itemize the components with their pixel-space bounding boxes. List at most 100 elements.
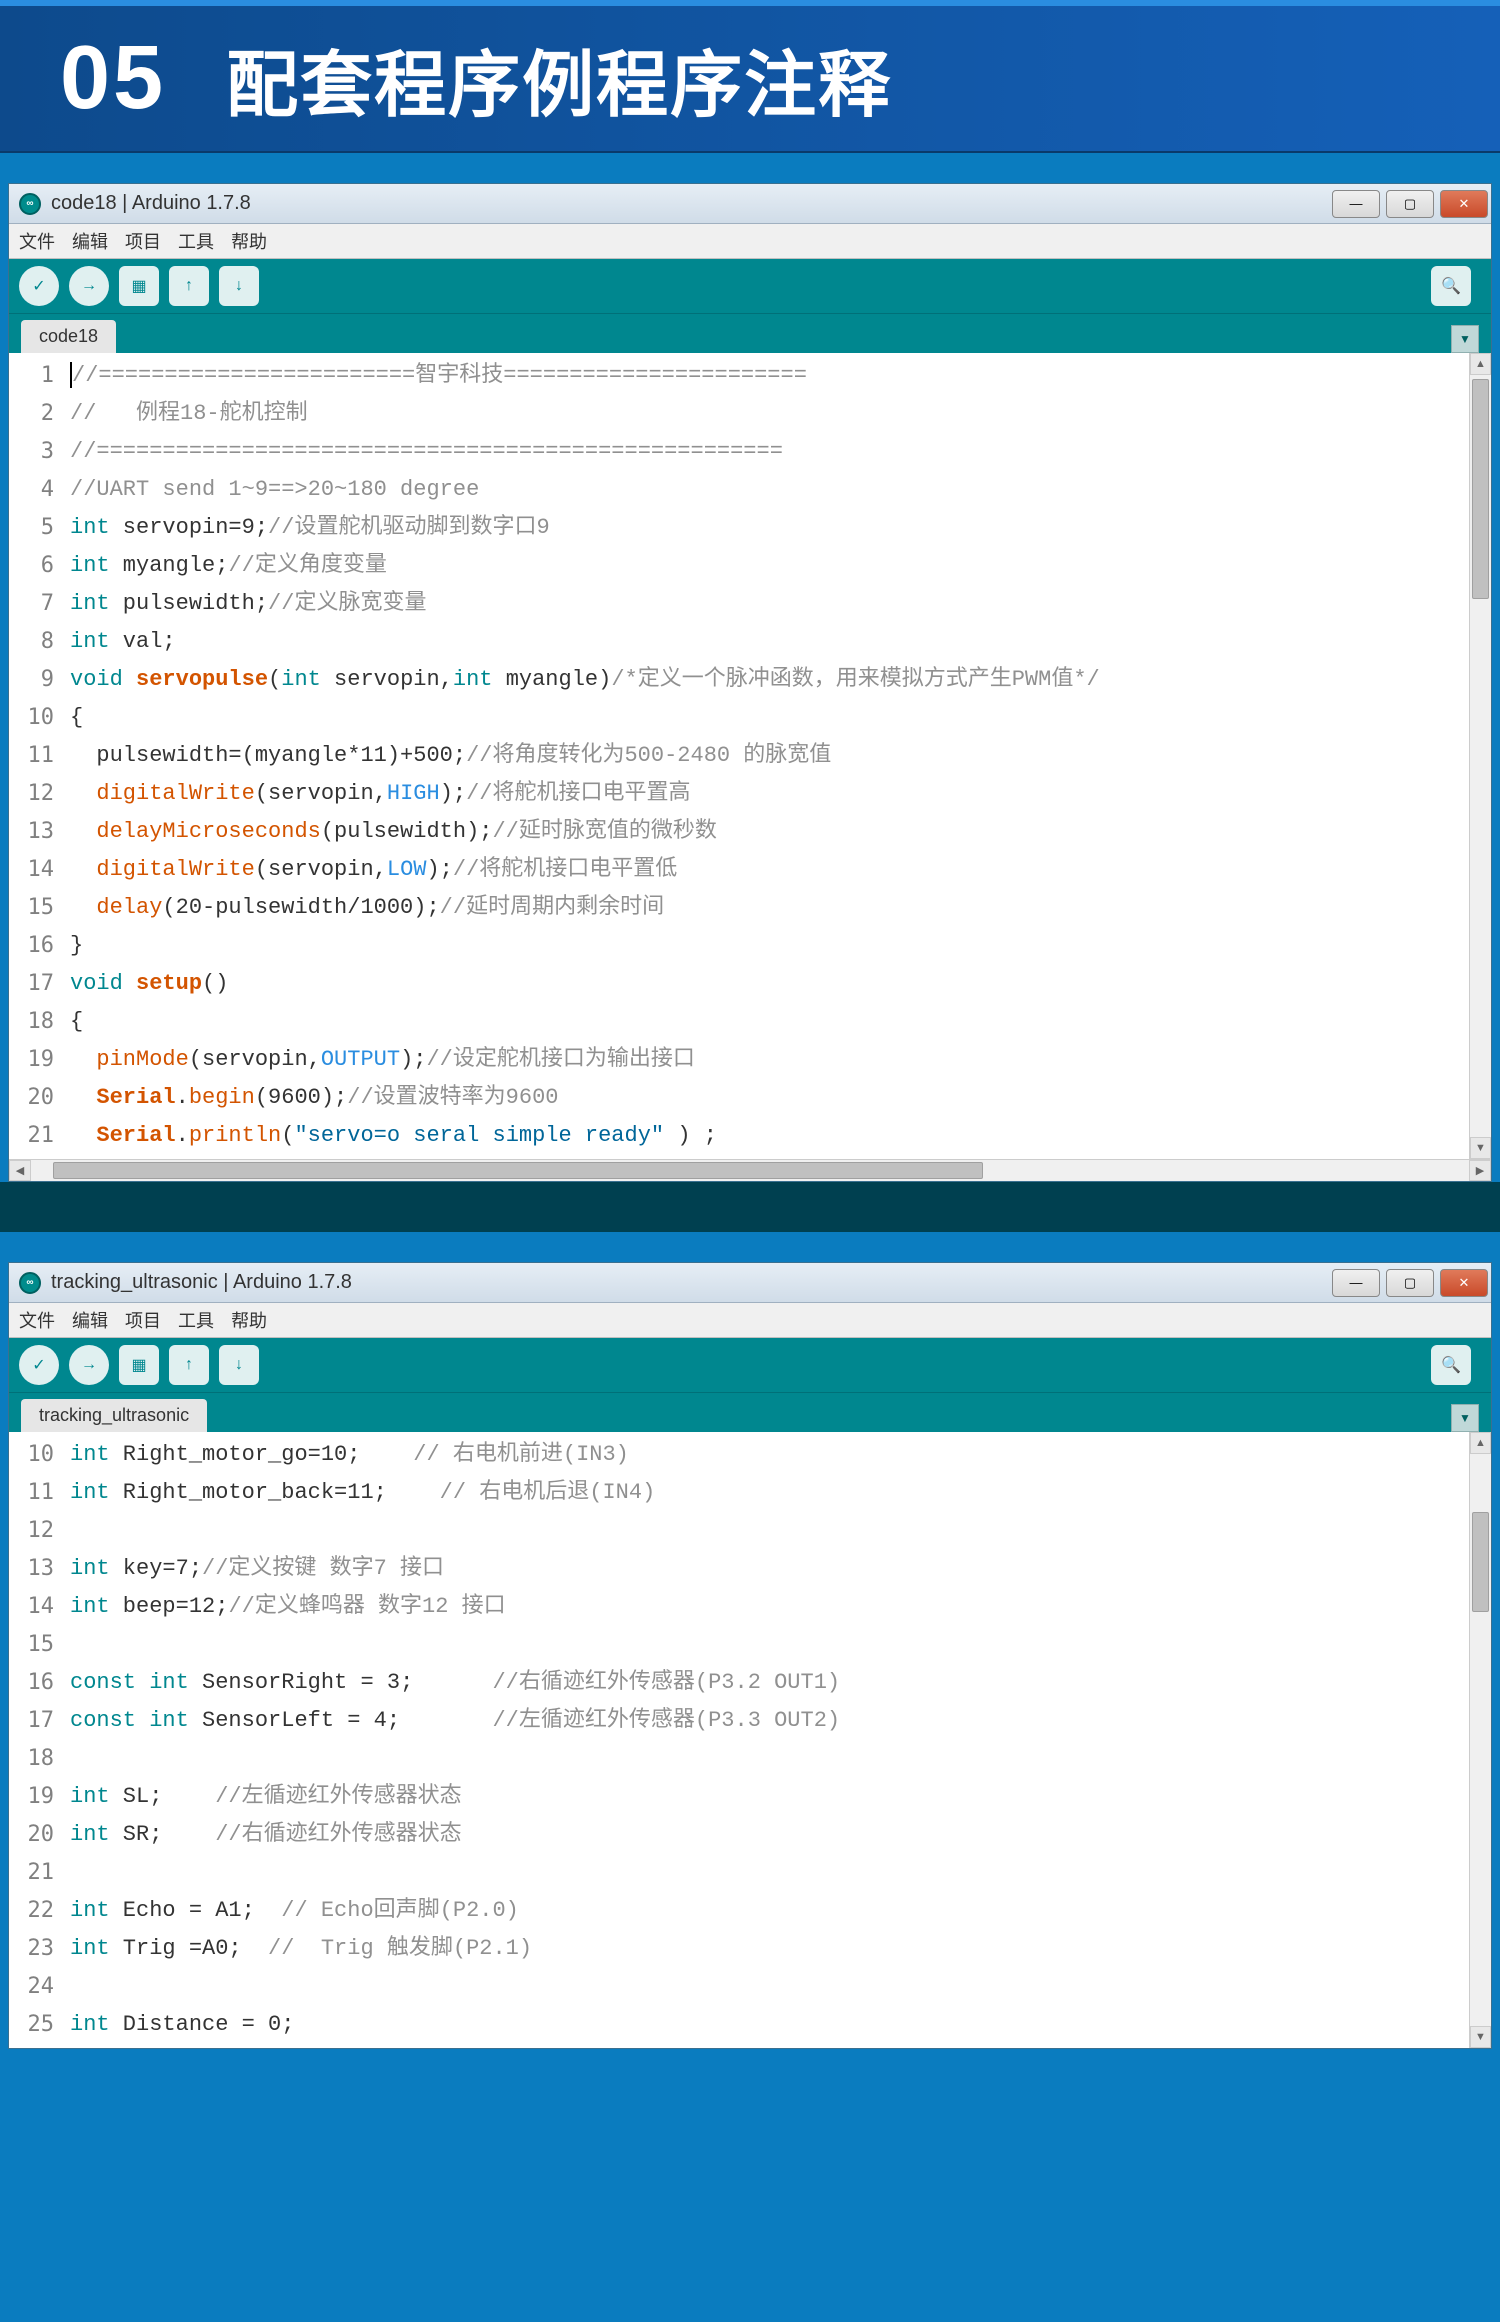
token-key: int xyxy=(70,1556,110,1581)
code-editor[interactable]: 10111213141516171819202122232425 int Rig… xyxy=(9,1432,1491,2048)
token-text xyxy=(70,1085,96,1110)
code-line[interactable]: //======================================… xyxy=(70,433,1463,471)
save-button[interactable]: ↓ xyxy=(219,266,259,306)
code-line[interactable]: { xyxy=(70,699,1463,737)
scroll-right-icon[interactable]: ▶ xyxy=(1469,1160,1491,1181)
code-line[interactable]: void setup() xyxy=(70,965,1463,1003)
menu-tools[interactable]: 工具 xyxy=(178,1311,214,1331)
code-line[interactable]: // 例程18-舵机控制 xyxy=(70,395,1463,433)
menu-sketch[interactable]: 项目 xyxy=(125,232,161,252)
token-text: (pulsewidth); xyxy=(321,819,493,844)
menu-sketch[interactable]: 项目 xyxy=(125,1311,161,1331)
menu-edit[interactable]: 编辑 xyxy=(72,1311,108,1331)
line-number: 20 xyxy=(9,1816,54,1854)
scroll-thumb[interactable] xyxy=(1472,1512,1489,1612)
code-line[interactable]: pulsewidth=(myangle*11)+500;//将角度转化为500-… xyxy=(70,737,1463,775)
maximize-button[interactable]: ▢ xyxy=(1386,1269,1434,1297)
code-line[interactable]: Serial.begin(9600);//设置波特率为9600 xyxy=(70,1079,1463,1117)
open-button[interactable]: ↑ xyxy=(169,266,209,306)
scroll-down-icon[interactable]: ▼ xyxy=(1470,2026,1491,2048)
scroll-thumb[interactable] xyxy=(1472,379,1489,599)
code-line[interactable]: int SR; //右循迹红外传感器状态 xyxy=(70,1816,1463,1854)
line-number: 21 xyxy=(9,1854,54,1892)
open-button[interactable]: ↑ xyxy=(169,1345,209,1385)
code-line[interactable]: int val; xyxy=(70,623,1463,661)
code-line[interactable]: } xyxy=(70,927,1463,965)
line-number: 22 xyxy=(9,1892,54,1930)
scroll-thumb-h[interactable] xyxy=(53,1162,983,1179)
verify-button[interactable]: ✓ xyxy=(19,266,59,306)
horizontal-scrollbar[interactable]: ◀ ▶ xyxy=(9,1159,1491,1181)
new-button[interactable]: ▦ xyxy=(119,266,159,306)
titlebar[interactable]: ∞ code18 | Arduino 1.7.8 — ▢ ✕ xyxy=(9,184,1491,224)
upload-button[interactable]: → xyxy=(69,1345,109,1385)
code-line[interactable]: int servopin=9;//设置舵机驱动脚到数字口9 xyxy=(70,509,1463,547)
code-line[interactable]: //UART send 1~9==>20~180 degree xyxy=(70,471,1463,509)
code-line[interactable]: delay(20-pulsewidth/1000);//延时周期内剩余时间 xyxy=(70,889,1463,927)
new-button[interactable]: ▦ xyxy=(119,1345,159,1385)
close-button[interactable]: ✕ xyxy=(1440,1269,1488,1297)
upload-button[interactable]: → xyxy=(69,266,109,306)
maximize-button[interactable]: ▢ xyxy=(1386,190,1434,218)
scroll-down-icon[interactable]: ▼ xyxy=(1470,1137,1491,1159)
save-button[interactable]: ↓ xyxy=(219,1345,259,1385)
menu-help[interactable]: 帮助 xyxy=(231,1311,267,1331)
code-line[interactable] xyxy=(70,1512,1463,1550)
code-line[interactable]: const int SensorRight = 3; //右循迹红外传感器(P3… xyxy=(70,1664,1463,1702)
vertical-scrollbar[interactable]: ▲ ▼ xyxy=(1469,353,1491,1159)
code-line[interactable]: //========================智宇科技==========… xyxy=(70,357,1463,395)
code-line[interactable]: int pulsewidth;//定义脉宽变量 xyxy=(70,585,1463,623)
code-line[interactable] xyxy=(70,1626,1463,1664)
code-line[interactable] xyxy=(70,1968,1463,2006)
tab-tracking-ultrasonic[interactable]: tracking_ultrasonic xyxy=(21,1399,207,1432)
code-line[interactable]: delayMicroseconds(pulsewidth);//延时脉宽值的微秒… xyxy=(70,813,1463,851)
token-comment: // Echo回声脚(P2.0) xyxy=(281,1898,519,1923)
code-line[interactable]: void servopulse(int servopin,int myangle… xyxy=(70,661,1463,699)
code-line[interactable]: Serial.println("servo=o seral simple rea… xyxy=(70,1117,1463,1155)
code-area[interactable]: //========================智宇科技==========… xyxy=(64,353,1469,1159)
code-line[interactable]: int Echo = A1; // Echo回声脚(P2.0) xyxy=(70,1892,1463,1930)
code-line[interactable]: const int SensorLeft = 4; //左循迹红外传感器(P3.… xyxy=(70,1702,1463,1740)
code-line[interactable] xyxy=(70,1854,1463,1892)
verify-button[interactable]: ✓ xyxy=(19,1345,59,1385)
scroll-left-icon[interactable]: ◀ xyxy=(9,1160,31,1181)
code-line[interactable]: int beep=12;//定义蜂鸣器 数字12 接口 xyxy=(70,1588,1463,1626)
menu-help[interactable]: 帮助 xyxy=(231,232,267,252)
serial-monitor-button[interactable]: 🔍 xyxy=(1431,266,1471,306)
line-gutter: 123456789101112131415161718192021 xyxy=(9,353,64,1159)
token-comment: /*定义一个脉冲函数，用来模拟方式产生PWM值*/ xyxy=(611,667,1099,692)
serial-monitor-button[interactable]: 🔍 xyxy=(1431,1345,1471,1385)
toolbar: ✓ → ▦ ↑ ↓ 🔍 xyxy=(9,1338,1491,1392)
scroll-up-icon[interactable]: ▲ xyxy=(1470,1432,1491,1454)
code-editor[interactable]: 123456789101112131415161718192021 //====… xyxy=(9,353,1491,1159)
code-line[interactable]: digitalWrite(servopin,LOW);//将舵机接口电平置低 xyxy=(70,851,1463,889)
menu-file[interactable]: 文件 xyxy=(19,1311,55,1331)
scroll-up-icon[interactable]: ▲ xyxy=(1470,353,1491,375)
code-line[interactable]: int Right_motor_go=10; // 右电机前进(IN3) xyxy=(70,1436,1463,1474)
tabbar: tracking_ultrasonic ▼ xyxy=(9,1392,1491,1432)
code-line[interactable]: int SL; //左循迹红外传感器状态 xyxy=(70,1778,1463,1816)
menu-file[interactable]: 文件 xyxy=(19,232,55,252)
titlebar[interactable]: ∞ tracking_ultrasonic | Arduino 1.7.8 — … xyxy=(9,1263,1491,1303)
code-line[interactable] xyxy=(70,1740,1463,1778)
close-button[interactable]: ✕ xyxy=(1440,190,1488,218)
minimize-button[interactable]: — xyxy=(1332,1269,1380,1297)
code-line[interactable]: int Distance = 0; xyxy=(70,2006,1463,2044)
code-line[interactable]: int Right_motor_back=11; // 右电机后退(IN4) xyxy=(70,1474,1463,1512)
tab-code18[interactable]: code18 xyxy=(21,320,116,353)
code-line[interactable]: int myangle;//定义角度变量 xyxy=(70,547,1463,585)
vertical-scrollbar[interactable]: ▲ ▼ xyxy=(1469,1432,1491,2048)
code-area[interactable]: int Right_motor_go=10; // 右电机前进(IN3)int … xyxy=(64,1432,1469,2048)
code-line[interactable]: { xyxy=(70,1003,1463,1041)
menu-edit[interactable]: 编辑 xyxy=(72,232,108,252)
code-line[interactable]: pinMode(servopin,OUTPUT);//设定舵机接口为输出接口 xyxy=(70,1041,1463,1079)
code-line[interactable]: digitalWrite(servopin,HIGH);//将舵机接口电平置高 xyxy=(70,775,1463,813)
minimize-button[interactable]: — xyxy=(1332,190,1380,218)
tab-dropdown[interactable]: ▼ xyxy=(1451,325,1479,353)
tab-dropdown[interactable]: ▼ xyxy=(1451,1404,1479,1432)
token-lo: LOW xyxy=(387,857,427,882)
code-line[interactable]: int Trig =A0; // Trig 触发脚(P2.1) xyxy=(70,1930,1463,1968)
menu-tools[interactable]: 工具 xyxy=(178,232,214,252)
code-line[interactable]: int key=7;//定义按键 数字7 接口 xyxy=(70,1550,1463,1588)
arduino-logo-icon: ∞ xyxy=(19,193,41,215)
